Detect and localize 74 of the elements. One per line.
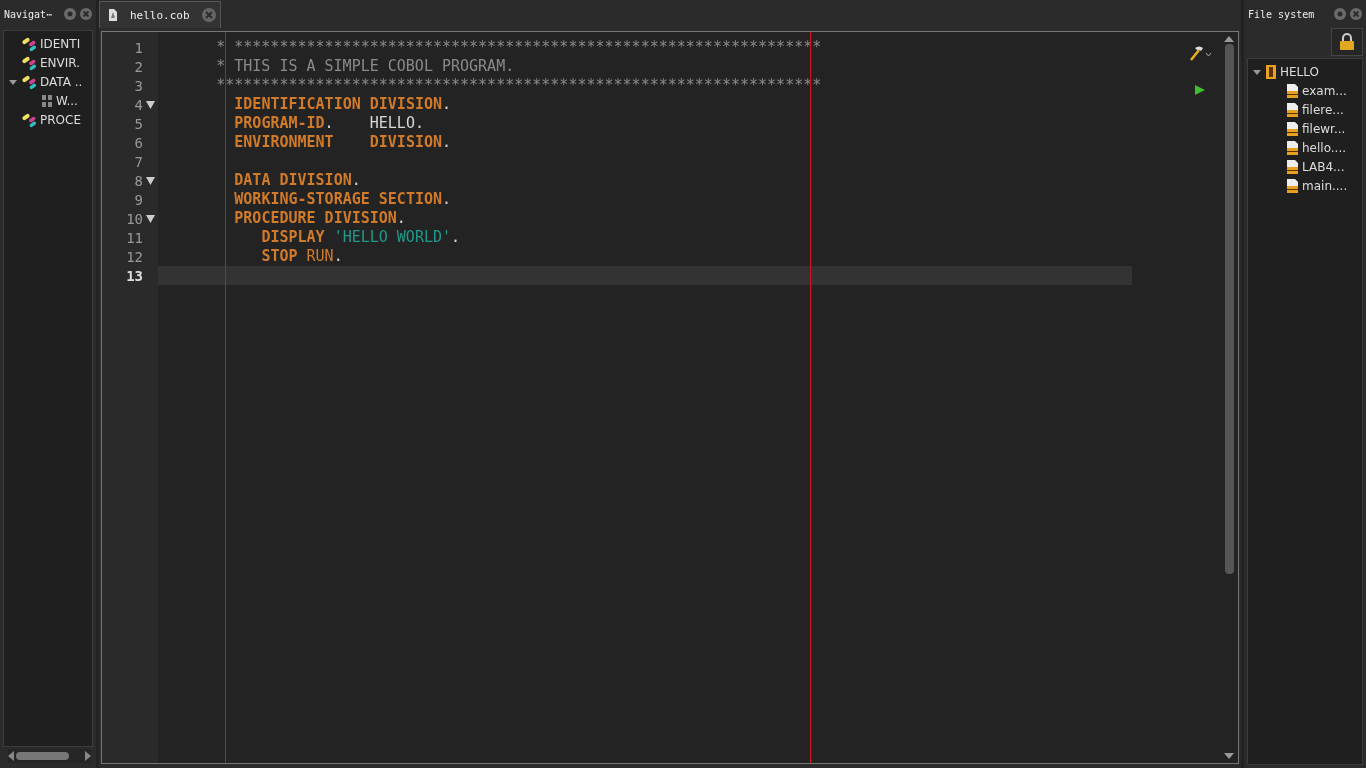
hammer-icon[interactable]	[1188, 44, 1212, 62]
run-icon[interactable]	[1194, 84, 1206, 96]
code-keyword: PROGRAM-ID	[234, 114, 325, 132]
tree-item[interactable]: PROCE	[40, 112, 81, 127]
panel-title: Navigat⋯	[4, 8, 54, 20]
code-keyword: DISPLAY	[261, 228, 325, 246]
code-comment: * THIS IS A SIMPLE COBOL PROGRAM.	[216, 57, 515, 75]
code-text: . HELLO.	[324, 114, 424, 132]
code-string: 'HELLO WORLD'	[333, 228, 452, 246]
line-number: 6	[134, 134, 143, 151]
fold-arrow-icon[interactable]	[146, 100, 155, 109]
editor-tab[interactable]: hello.cob	[99, 1, 221, 28]
line-number: 1	[134, 39, 143, 56]
lock-icon	[1339, 33, 1355, 51]
line-number: 5	[134, 115, 143, 132]
tree-item[interactable]: hello....	[1302, 140, 1347, 155]
fold-arrow-icon[interactable]	[146, 214, 155, 223]
tree-item[interactable]: DATA ..	[40, 74, 83, 89]
close-icon[interactable]	[1350, 8, 1362, 20]
line-number: 7	[134, 153, 143, 170]
line-number: 4	[134, 96, 143, 113]
file-icon	[1285, 120, 1299, 137]
line-number: 8	[134, 172, 143, 189]
file-icon	[1285, 139, 1299, 156]
code-text: .	[396, 209, 406, 227]
close-icon[interactable]	[201, 8, 216, 22]
line-number: 3	[134, 77, 143, 94]
settings-icon[interactable]	[1334, 8, 1346, 20]
code-text: .	[442, 133, 452, 151]
tree-item[interactable]: LAB4...	[1302, 159, 1345, 174]
code-text: .	[442, 190, 452, 208]
line-number: 9	[134, 191, 143, 208]
file-icon	[1285, 158, 1299, 175]
tree-item[interactable]: ENVIR.	[40, 55, 81, 70]
horizontal-scrollbar[interactable]	[8, 749, 91, 763]
line-number: 12	[126, 248, 143, 265]
tree-item[interactable]: exam...	[1302, 83, 1347, 98]
close-icon[interactable]	[80, 8, 92, 20]
code-keyword: ENVIRONMENT DIVISION	[234, 133, 442, 151]
code-text: .	[333, 247, 343, 265]
line-number: 10	[126, 210, 143, 227]
vertical-scrollbar[interactable]	[1222, 36, 1236, 759]
tree-item[interactable]: IDENTI	[40, 36, 81, 51]
project-icon	[1265, 63, 1277, 80]
code-keyword: IDENTIFICATION DIVISION	[234, 95, 442, 113]
file-icon	[1285, 82, 1299, 99]
tree-item[interactable]: HELLO	[1280, 64, 1319, 79]
code-keyword: WORKING-STORAGE SECTION	[234, 190, 442, 208]
tree-item[interactable]: main....	[1302, 178, 1348, 193]
tree-item[interactable]: filewr...	[1302, 121, 1346, 136]
line-number: 2	[134, 58, 143, 75]
file-icon	[1285, 101, 1299, 118]
division-icon	[21, 35, 37, 52]
section-icon	[41, 93, 53, 108]
code-text: .	[442, 95, 452, 113]
file-icon	[108, 8, 118, 22]
code-keyword: DATA DIVISION	[234, 171, 352, 189]
code-keyword: RUN	[306, 247, 334, 265]
line-number: 11	[126, 229, 143, 246]
code-keyword: STOP	[261, 247, 298, 265]
division-icon	[21, 54, 37, 71]
file-icon	[1285, 177, 1299, 194]
tree-item[interactable]: filere...	[1302, 102, 1344, 117]
settings-icon[interactable]	[64, 8, 76, 20]
code-text: .	[351, 171, 361, 189]
lock-button[interactable]	[1331, 28, 1363, 56]
code-keyword: PROCEDURE DIVISION	[234, 209, 397, 227]
fold-arrow-icon[interactable]	[146, 176, 155, 185]
panel-title: File system	[1248, 8, 1316, 20]
division-icon	[21, 111, 37, 128]
code-text: .	[451, 228, 461, 246]
division-icon	[21, 73, 37, 90]
tree-item[interactable]: W...	[56, 93, 78, 108]
line-number: 13	[126, 267, 143, 284]
